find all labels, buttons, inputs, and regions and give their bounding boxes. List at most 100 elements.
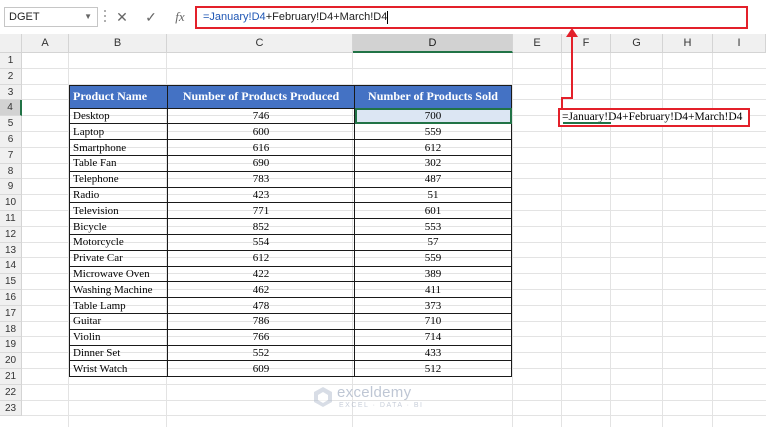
name-box[interactable]: DGET ▼ bbox=[4, 7, 98, 27]
cell-produced[interactable]: 462 bbox=[167, 281, 355, 299]
row-header-4[interactable]: 4 bbox=[0, 100, 22, 117]
column-header-b[interactable]: B bbox=[69, 34, 167, 53]
cell-sold[interactable]: 601 bbox=[354, 202, 512, 220]
cell-product-name[interactable]: Motorcycle bbox=[69, 233, 168, 251]
row-header-22[interactable]: 22 bbox=[0, 384, 22, 401]
cell-product-name[interactable]: Bicycle bbox=[69, 218, 168, 235]
row-header-10[interactable]: 10 bbox=[0, 195, 22, 211]
cell-product-name[interactable]: Television bbox=[69, 202, 168, 220]
cell-sold[interactable]: 411 bbox=[354, 281, 512, 299]
cell-product-name[interactable]: Smartphone bbox=[69, 139, 168, 156]
cell-sold[interactable]: 51 bbox=[354, 186, 512, 204]
cell-sold[interactable]: 710 bbox=[354, 312, 512, 330]
row-header-13[interactable]: 13 bbox=[0, 242, 22, 259]
cell-produced[interactable]: 746 bbox=[167, 107, 355, 125]
row-header-14[interactable]: 14 bbox=[0, 258, 22, 275]
cell-produced[interactable]: 600 bbox=[167, 123, 355, 141]
column-header-h[interactable]: H bbox=[663, 34, 713, 53]
row-header-18[interactable]: 18 bbox=[0, 321, 22, 338]
cell-product-name[interactable]: Microwave Oven bbox=[69, 265, 168, 283]
cell-produced[interactable]: 766 bbox=[167, 328, 355, 346]
cell-sold[interactable]: 700 bbox=[354, 107, 512, 125]
enter-icon[interactable]: ✓ bbox=[140, 6, 162, 28]
row-header-11[interactable]: 11 bbox=[0, 211, 22, 227]
chevron-down-icon[interactable]: ▼ bbox=[84, 8, 92, 26]
formula-input[interactable]: =January!D4+February!D4+March!D4 bbox=[195, 6, 748, 29]
column-header-g[interactable]: G bbox=[611, 34, 663, 53]
cell-product-name[interactable]: Guitar bbox=[69, 312, 168, 330]
table-row: Radio 423 51 bbox=[69, 186, 512, 204]
row-header-1[interactable]: 1 bbox=[0, 53, 22, 69]
row-header-23[interactable]: 23 bbox=[0, 400, 22, 417]
table-row: Washing Machine 462 411 bbox=[69, 281, 512, 299]
insert-function-icon[interactable]: fx bbox=[169, 6, 191, 28]
table-row: Smartphone 616 612 bbox=[69, 139, 512, 156]
cell-produced[interactable]: 609 bbox=[167, 360, 355, 378]
row-header-17[interactable]: 17 bbox=[0, 305, 22, 322]
exceldemy-watermark: exceldemy EXCEL · DATA · BI bbox=[313, 384, 463, 414]
cell-product-name[interactable]: Violin bbox=[69, 328, 168, 346]
column-header-i[interactable]: I bbox=[713, 34, 766, 53]
row-header-3[interactable]: 3 bbox=[0, 84, 22, 101]
cell-produced[interactable]: 783 bbox=[167, 170, 355, 188]
cell-produced[interactable]: 771 bbox=[167, 202, 355, 220]
cell-produced[interactable]: 478 bbox=[167, 297, 355, 314]
row-header-6[interactable]: 6 bbox=[0, 132, 22, 148]
row-header-8[interactable]: 8 bbox=[0, 163, 22, 180]
cell-sold[interactable]: 433 bbox=[354, 344, 512, 362]
table-row: Motorcycle 554 57 bbox=[69, 233, 512, 251]
cell-produced[interactable]: 612 bbox=[167, 249, 355, 267]
header-produced[interactable]: Number of Products Produced bbox=[167, 84, 355, 109]
column-header-d[interactable]: D bbox=[353, 34, 513, 53]
cell-sold[interactable]: 559 bbox=[354, 123, 512, 141]
cell-sold[interactable]: 57 bbox=[354, 233, 512, 251]
header-sold[interactable]: Number of Products Sold bbox=[354, 84, 512, 109]
column-header-a[interactable]: A bbox=[22, 34, 69, 53]
row-header-16[interactable]: 16 bbox=[0, 290, 22, 306]
row-header-21[interactable]: 21 bbox=[0, 369, 22, 385]
cell-product-name[interactable]: Laptop bbox=[69, 123, 168, 141]
cell-sold[interactable]: 373 bbox=[354, 297, 512, 314]
cell-sold[interactable]: 612 bbox=[354, 139, 512, 156]
cell-produced[interactable]: 552 bbox=[167, 344, 355, 362]
cell-sold[interactable]: 302 bbox=[354, 154, 512, 172]
cell-produced[interactable]: 690 bbox=[167, 154, 355, 172]
cell-product-name[interactable]: Radio bbox=[69, 186, 168, 204]
cell-product-name[interactable]: Telephone bbox=[69, 170, 168, 188]
cell-sold[interactable]: 714 bbox=[354, 328, 512, 346]
cell-product-name[interactable]: Table Lamp bbox=[69, 297, 168, 314]
cell-sold[interactable]: 389 bbox=[354, 265, 512, 283]
cell-produced[interactable]: 786 bbox=[167, 312, 355, 330]
cancel-icon[interactable]: ✕ bbox=[111, 6, 133, 28]
cell-produced[interactable]: 422 bbox=[167, 265, 355, 283]
column-header-e[interactable]: E bbox=[513, 34, 562, 53]
cell-product-name[interactable]: Wrist Watch bbox=[69, 360, 168, 378]
row-header-15[interactable]: 15 bbox=[0, 274, 22, 290]
cell-product-name[interactable]: Dinner Set bbox=[69, 344, 168, 362]
cell-sold[interactable]: 487 bbox=[354, 170, 512, 188]
cell-produced[interactable]: 852 bbox=[167, 218, 355, 235]
row-header-2[interactable]: 2 bbox=[0, 68, 22, 85]
table-row: Violin 766 714 bbox=[69, 328, 512, 346]
header-product-name[interactable]: Product Name bbox=[69, 84, 168, 109]
cell-produced[interactable]: 554 bbox=[167, 233, 355, 251]
column-header-c[interactable]: C bbox=[167, 34, 353, 53]
row-header-12[interactable]: 12 bbox=[0, 226, 22, 243]
cell-sold[interactable]: 553 bbox=[354, 218, 512, 235]
row-header-19[interactable]: 19 bbox=[0, 337, 22, 354]
callout-arrow bbox=[561, 28, 578, 110]
row-header-5[interactable]: 5 bbox=[0, 116, 22, 132]
cell-product-name[interactable]: Washing Machine bbox=[69, 281, 168, 299]
row-header-9[interactable]: 9 bbox=[0, 179, 22, 196]
select-all-corner[interactable] bbox=[0, 34, 22, 53]
row-header-20[interactable]: 20 bbox=[0, 353, 22, 369]
row-header-7[interactable]: 7 bbox=[0, 147, 22, 164]
cell-product-name[interactable]: Table Fan bbox=[69, 154, 168, 172]
cell-produced[interactable]: 616 bbox=[167, 139, 355, 156]
cell-product-name[interactable]: Private Car bbox=[69, 249, 168, 267]
drag-handle-icon[interactable] bbox=[104, 10, 106, 24]
cell-product-name[interactable]: Desktop bbox=[69, 107, 168, 125]
cell-produced[interactable]: 423 bbox=[167, 186, 355, 204]
cell-sold[interactable]: 559 bbox=[354, 249, 512, 267]
cell-sold[interactable]: 512 bbox=[354, 360, 512, 378]
